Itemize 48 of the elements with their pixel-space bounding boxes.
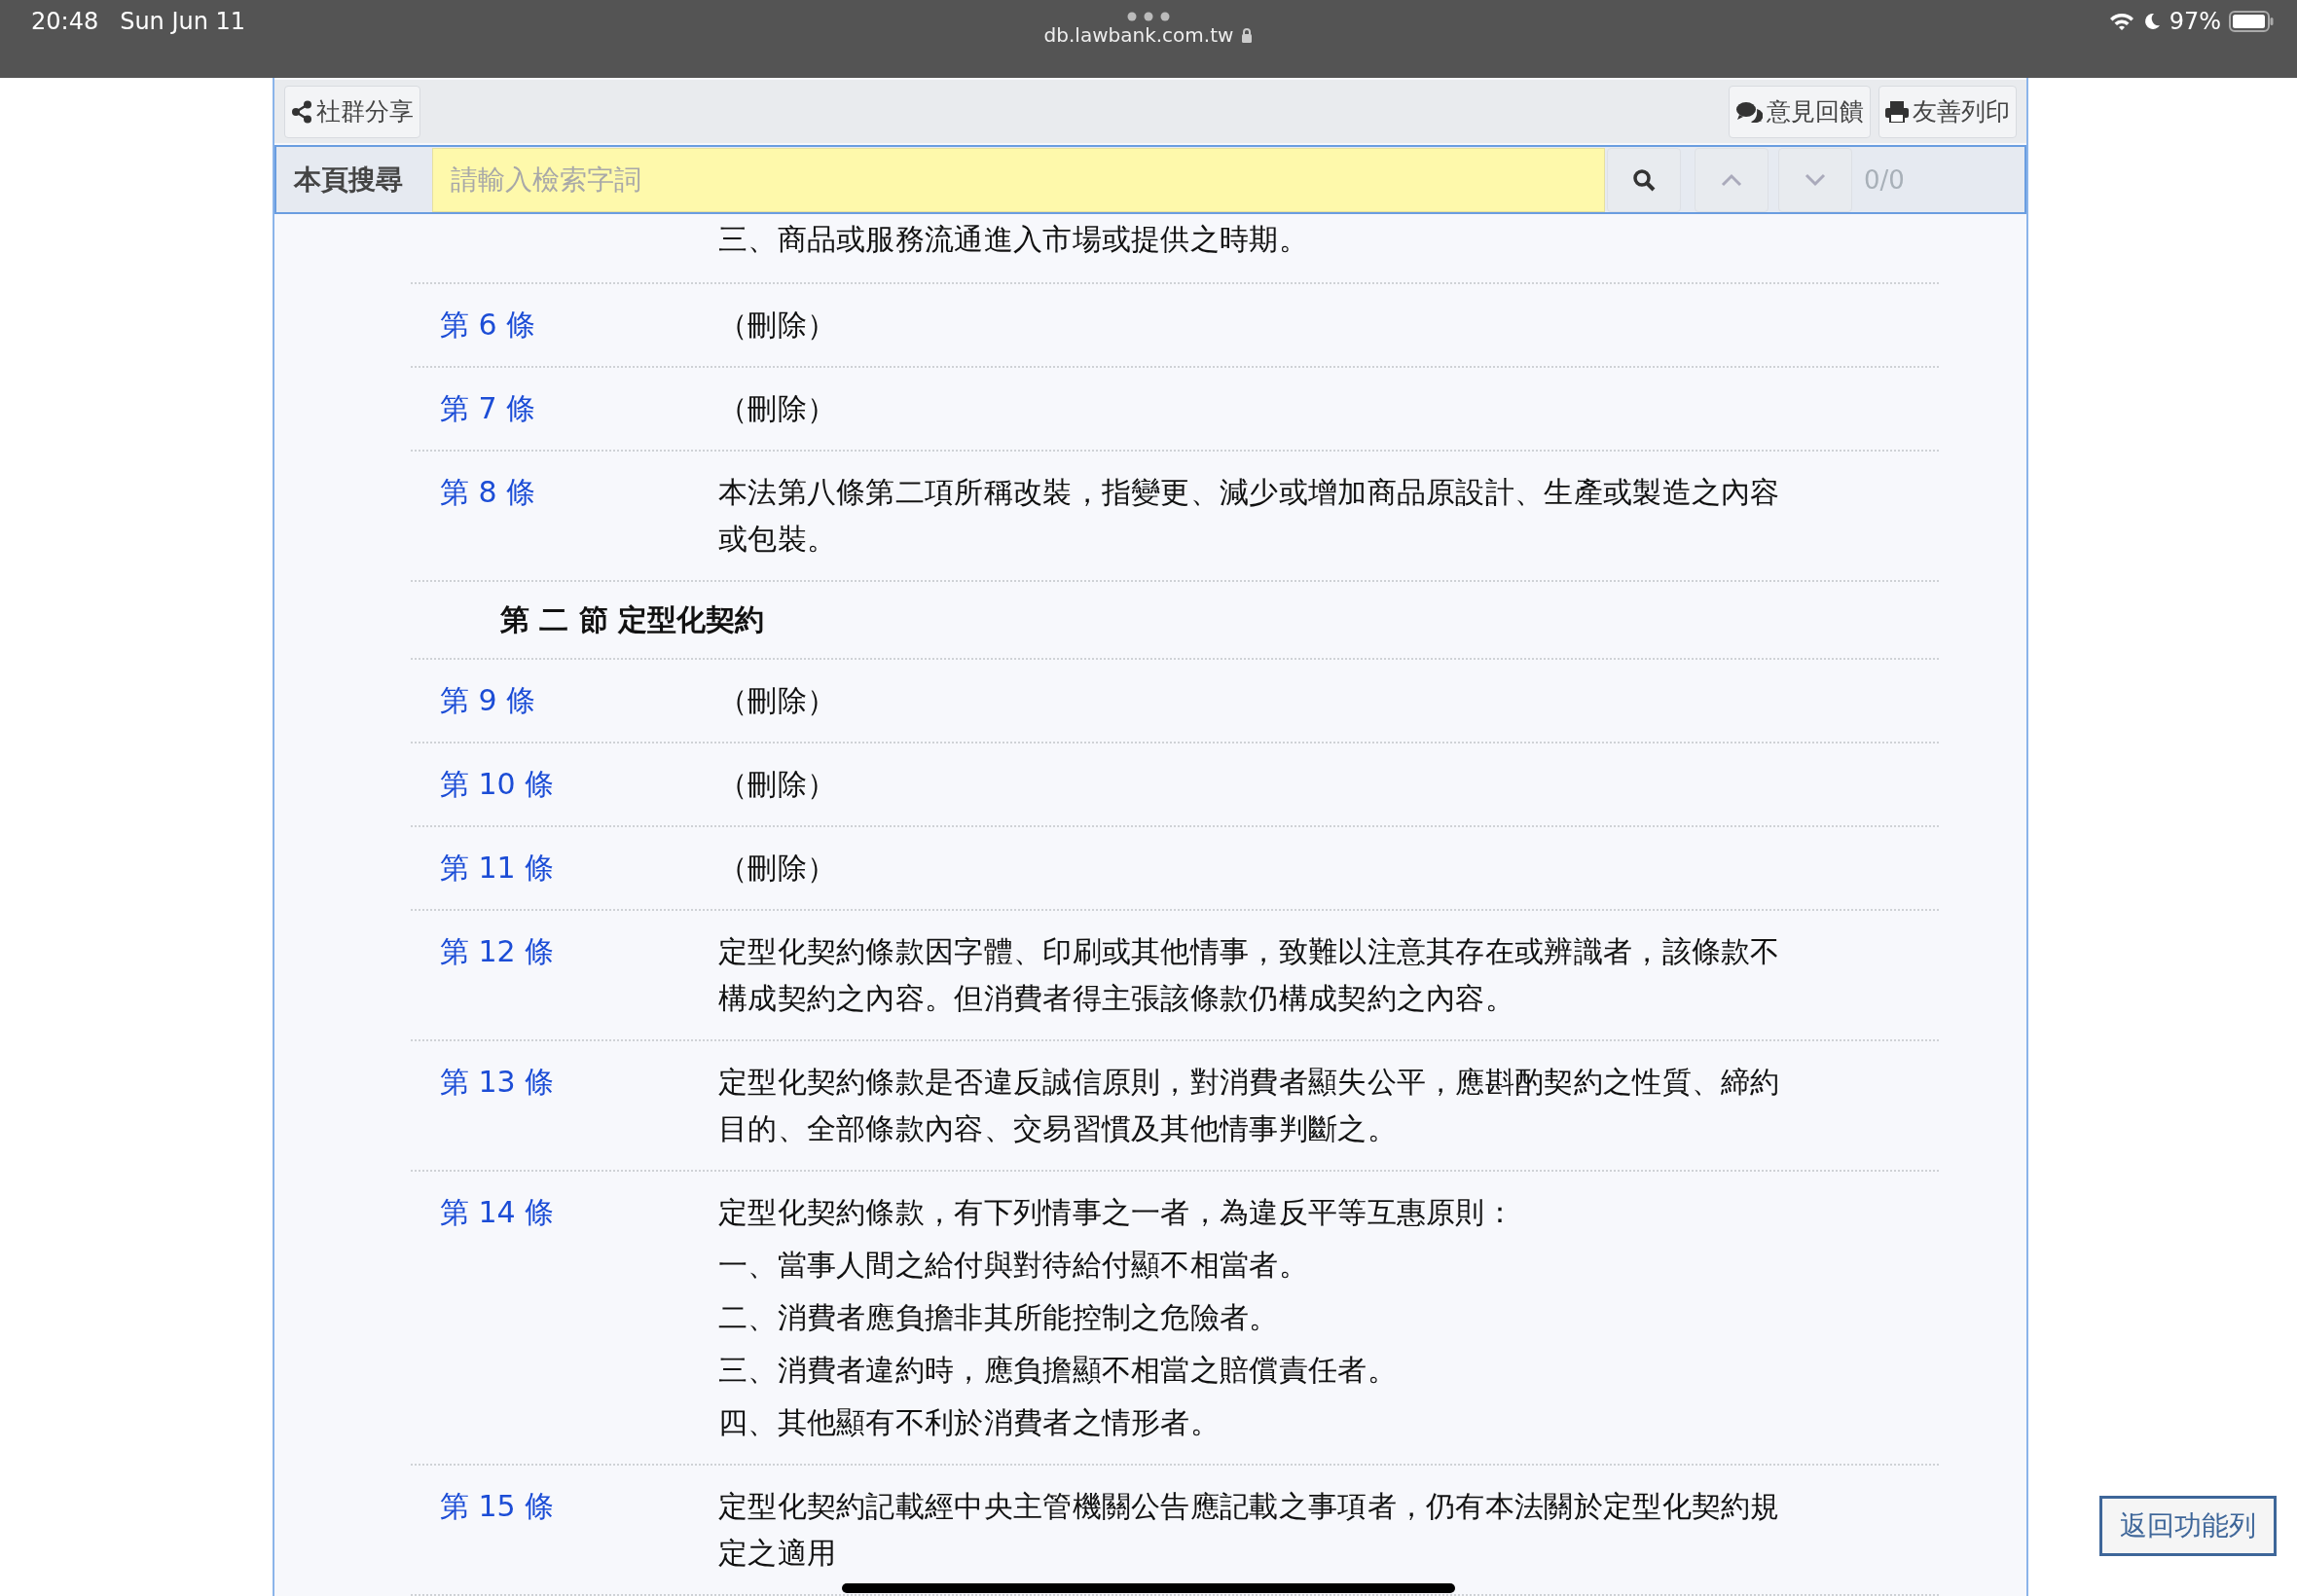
share-icon <box>291 99 312 124</box>
article-text: 二、消費者應負擔非其所能控制之危險者。 <box>718 1299 1280 1336</box>
article-text: 一、當事人間之給付與對待給付顯不相當者。 <box>718 1247 1309 1284</box>
lock-icon <box>1241 27 1254 43</box>
url-text[interactable]: db.lawbank.com.tw <box>1043 23 1234 47</box>
article-text: （刪除） <box>718 766 838 803</box>
battery-icon <box>2229 11 2274 32</box>
article-number-link[interactable]: 第 8 條 <box>411 469 718 562</box>
article-number-link[interactable]: 第 9 條 <box>411 677 718 724</box>
article-number-link[interactable]: 第 13 條 <box>411 1059 718 1152</box>
article-text: 定型化契約條款是否違反誠信原則，對消費者顯失公平，應斟酌契約之性質、締約目的、全部條款內容、交易習慣及其他情事判斷之。 <box>718 1064 1781 1147</box>
article-text: 定型化契約記載經中央主管機關公告應記載之事項者，仍有本法關於定型化契約規定之適用 <box>718 1488 1781 1572</box>
status-time: 20:48 <box>31 8 99 35</box>
search-button[interactable] <box>1607 147 1681 212</box>
article-number-link[interactable]: 第 12 條 <box>411 928 718 1022</box>
section-heading: 第 二 節 定型化契約 <box>499 601 765 638</box>
search-icon <box>1632 167 1656 192</box>
print-button[interactable]: 友善列印 <box>1878 85 2017 138</box>
article-text: （刪除） <box>718 307 838 344</box>
article-text: （刪除） <box>718 390 838 427</box>
article-text: 四、其他顯有不利於消費者之情形者。 <box>718 1404 1221 1441</box>
search-label: 本頁搜尋 <box>292 162 404 198</box>
article-number-link[interactable]: 第 10 條 <box>411 761 718 808</box>
article-text: 定型化契約條款，有下列情事之一者，為違反平等互惠原則： <box>718 1194 1516 1231</box>
back-to-menu-button[interactable]: 返回功能列 <box>2099 1496 2277 1556</box>
chevron-up-icon <box>1721 172 1742 187</box>
battery-percent: 97% <box>2169 8 2221 35</box>
article-text: （刪除） <box>718 850 838 887</box>
article-text: 三、消費者違約時，應負擔顯不相當之賠償責任者。 <box>718 1352 1398 1389</box>
search-field[interactable]: 請輸入檢索字詞 <box>432 147 1605 212</box>
feedback-button[interactable]: 意見回饋 <box>1729 85 1871 138</box>
share-button[interactable]: 社群分享 <box>284 85 420 138</box>
match-count: 0/0 <box>1864 164 1905 195</box>
chat-icon <box>1735 100 1763 123</box>
chevron-down-icon <box>1805 172 1826 187</box>
article-text: 三、商品或服務流通進入市場或提供之時期。 <box>718 221 1309 258</box>
article-number-link[interactable]: 第 11 條 <box>411 845 718 891</box>
article-text: 定型化契約條款因字體、印刷或其他情事，致難以注意其存在或辨識者，該條款不構成契約之內容。但消費者得主張該條款仍構成契約之內容。 <box>718 933 1781 1017</box>
article-number-link[interactable]: 第 15 條 <box>411 1483 718 1577</box>
more-icon[interactable] <box>1127 12 1170 21</box>
article-number-link[interactable]: 第 7 條 <box>411 385 718 432</box>
printer-icon <box>1885 100 1909 123</box>
status-date: Sun Jun 11 <box>120 8 246 35</box>
article-text: （刪除） <box>718 682 838 719</box>
article-number-link[interactable]: 第 14 條 <box>411 1189 718 1446</box>
article-number-link[interactable]: 第 6 條 <box>411 302 718 348</box>
wifi-icon <box>2108 12 2134 31</box>
article-text: 本法第八條第二項所稱改裝，指變更、減少或增加商品原設計、生產或製造之內容或包裝。 <box>718 474 1781 558</box>
